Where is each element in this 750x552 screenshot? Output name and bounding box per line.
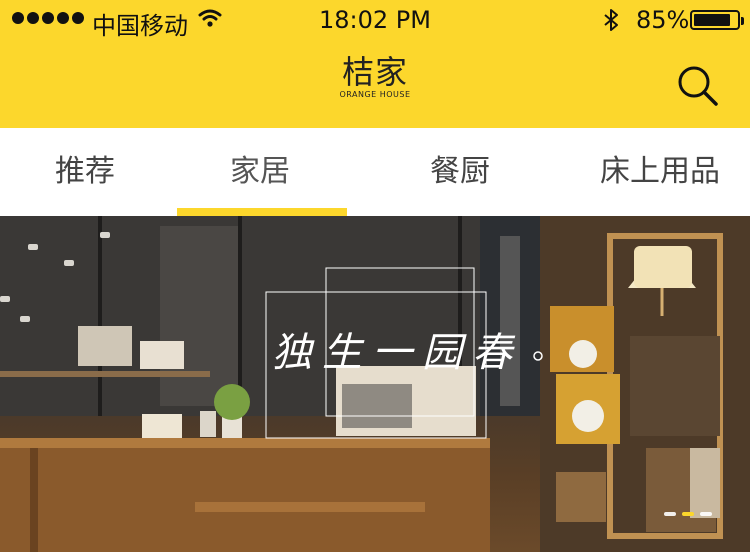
tab-bedding[interactable]: 床上用品 bbox=[595, 128, 725, 216]
banner-tagline: 独生一园春 bbox=[272, 330, 522, 376]
battery-percentage: 85% bbox=[636, 6, 690, 34]
carousel-indicator bbox=[664, 512, 712, 516]
logo-text-cn: 桔家 bbox=[341, 53, 408, 91]
active-tab-indicator bbox=[177, 208, 347, 216]
hero-banner[interactable]: 独生一园春 bbox=[0, 216, 750, 552]
battery-level-fill bbox=[694, 14, 730, 26]
category-tabs: 推荐 家居 餐厨 床上用品 bbox=[0, 128, 750, 216]
carousel-dot-active[interactable] bbox=[682, 512, 694, 516]
app-logo: 桔家 ORANGE HOUSE bbox=[0, 54, 750, 100]
logo-text-en: ORANGE HOUSE bbox=[339, 90, 411, 99]
tab-home[interactable]: 家居 bbox=[205, 128, 315, 216]
status-bar: 中国移动 18:02 PM 85% bbox=[0, 0, 750, 40]
tab-kitchen[interactable]: 餐厨 bbox=[405, 128, 515, 216]
banner-image bbox=[0, 216, 750, 552]
carousel-dot[interactable] bbox=[700, 512, 712, 516]
bluetooth-icon bbox=[604, 9, 618, 31]
battery-icon bbox=[690, 10, 744, 30]
search-icon[interactable] bbox=[676, 64, 720, 108]
carousel-dot[interactable] bbox=[664, 512, 676, 516]
top-bar: 中国移动 18:02 PM 85% 桔家 ORANGE HOUSE bbox=[0, 0, 750, 128]
tab-recommend[interactable]: 推荐 bbox=[30, 128, 140, 216]
